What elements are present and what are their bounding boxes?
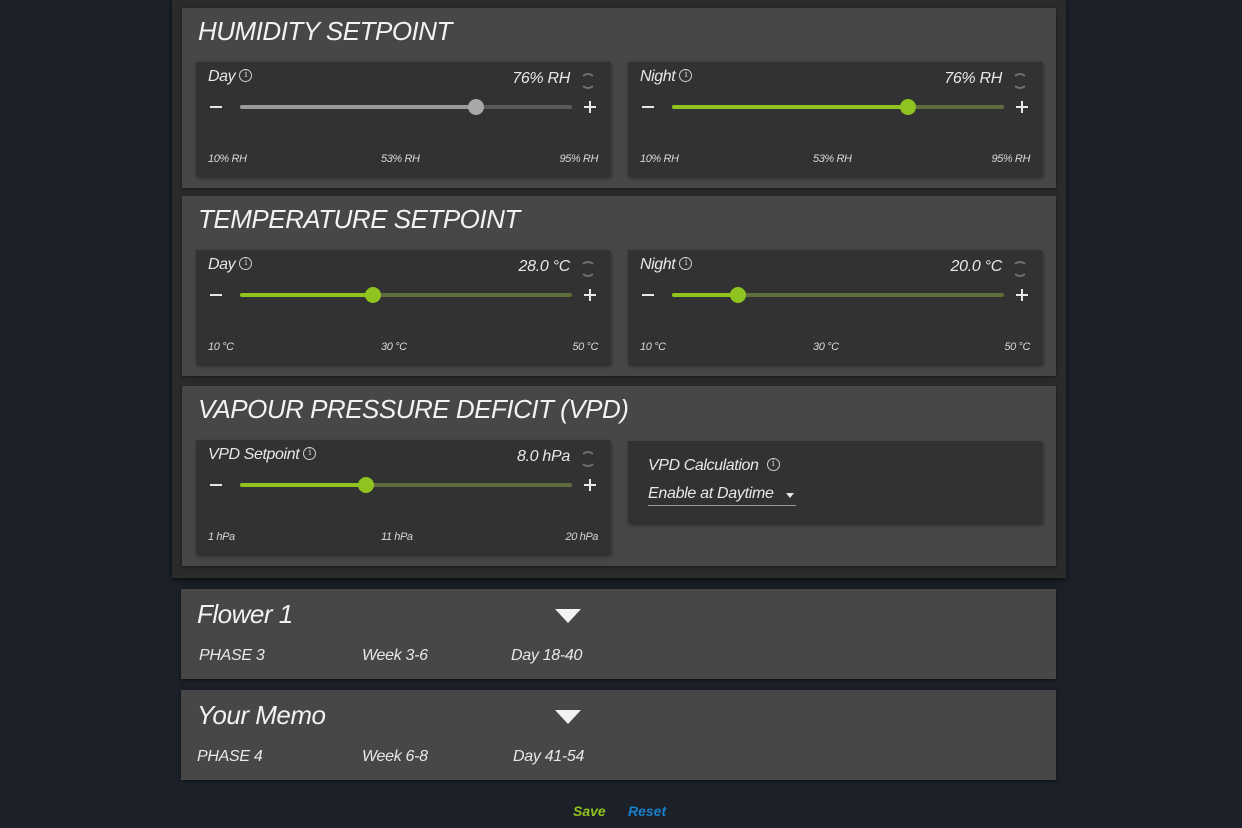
slider-thumb[interactable] xyxy=(730,287,747,303)
vpd-title: VAPOUR PRESSURE DEFICIT (VPD) xyxy=(198,394,629,424)
slider-thumb[interactable] xyxy=(899,99,916,115)
increment-button[interactable] xyxy=(1016,101,1028,113)
humidity-day-value: 76% RH xyxy=(512,70,570,87)
decrement-button[interactable] xyxy=(642,106,654,108)
info-icon[interactable]: i xyxy=(679,257,693,270)
info-icon[interactable]: i xyxy=(239,69,253,82)
range-mid-label: 30 °C xyxy=(813,341,839,353)
refresh-icon[interactable] xyxy=(580,451,596,467)
decrement-button[interactable] xyxy=(210,106,222,108)
panel-top-strip xyxy=(172,0,1066,6)
humidity-day-slider[interactable] xyxy=(240,99,572,115)
info-icon[interactable]: i xyxy=(766,458,780,471)
range-min-label: 10 °C xyxy=(640,341,666,353)
phase-title: Flower 1 xyxy=(197,599,293,629)
vpd-setpoint-label: VPD Setpoint i xyxy=(208,446,317,464)
slider-fill xyxy=(672,105,908,109)
phase-number: PHASE 3 xyxy=(199,647,265,664)
vpd-setpoint-value: 8.0 hPa xyxy=(516,448,570,465)
phase-card-your-memo[interactable]: Your Memo PHASE 4 Week 6-8 Day 41-54 xyxy=(181,690,1056,780)
setpoints-panel: HUMIDITY SETPOINT Day i 76% RH 10% RH 53%… xyxy=(172,0,1066,578)
temperature-day-card: Day i 28.0 °C 10 °C 30 °C 50 °C xyxy=(196,250,610,364)
range-mid-label: 53% RH xyxy=(381,153,420,165)
humidity-night-value: 76% RH xyxy=(944,70,1002,87)
triangle-down-icon[interactable] xyxy=(555,609,581,623)
humidity-day-label: Day i xyxy=(208,68,253,86)
range-max-label: 50 °C xyxy=(572,341,598,353)
reset-button[interactable]: Reset xyxy=(628,803,666,819)
decrement-button[interactable] xyxy=(642,294,654,296)
humidity-night-label: Night i xyxy=(640,68,693,86)
temperature-night-value: 20.0 °C xyxy=(950,258,1003,275)
range-max-label: 95% RH xyxy=(991,153,1030,165)
triangle-down-icon[interactable] xyxy=(555,710,581,724)
phase-days: Day 18-40 xyxy=(511,647,583,664)
phase-card-flower-1[interactable]: Flower 1 PHASE 3 Week 3-6 Day 18-40 xyxy=(181,589,1056,679)
humidity-night-slider[interactable] xyxy=(672,99,1004,115)
humidity-section: HUMIDITY SETPOINT Day i 76% RH 10% RH 53%… xyxy=(182,8,1056,188)
info-icon[interactable]: i xyxy=(303,447,317,460)
temperature-night-card: Night i 20.0 °C 10 °C 30 °C 50 °C xyxy=(628,250,1042,364)
vpd-calculation-select[interactable]: Enable at Daytime xyxy=(648,485,796,506)
save-button[interactable]: Save xyxy=(573,803,606,819)
phase-number: PHASE 4 xyxy=(197,748,263,765)
humidity-day-card: Day i 76% RH 10% RH 53% RH 95% RH xyxy=(196,62,610,176)
temperature-night-slider[interactable] xyxy=(672,287,1004,303)
decrement-button[interactable] xyxy=(210,294,222,296)
temperature-day-label: Day i xyxy=(208,256,253,274)
phase-days: Day 41-54 xyxy=(513,748,585,765)
refresh-icon[interactable] xyxy=(1012,261,1028,277)
decrement-button[interactable] xyxy=(210,484,222,486)
slider-fill xyxy=(672,293,739,297)
range-min-label: 10% RH xyxy=(640,153,679,165)
slider-fill xyxy=(240,105,476,109)
temperature-day-value: 28.0 °C xyxy=(518,258,571,275)
range-min-label: 10 °C xyxy=(208,341,234,353)
range-mid-label: 30 °C xyxy=(381,341,407,353)
chevron-down-icon xyxy=(785,493,794,498)
increment-button[interactable] xyxy=(584,101,596,113)
vpd-calculation-card: VPD Calculation i Enable at Daytime xyxy=(628,441,1042,523)
range-min-label: 10% RH xyxy=(208,153,247,165)
humidity-title: HUMIDITY SETPOINT xyxy=(198,16,452,46)
vpd-setpoint-card: VPD Setpoint i 8.0 hPa 1 hPa 11 hPa 20 hP… xyxy=(196,440,610,554)
increment-button[interactable] xyxy=(1016,289,1028,301)
range-max-label: 20 hPa xyxy=(565,531,599,543)
range-mid-label: 11 hPa xyxy=(381,531,413,543)
phase-weeks: Week 3-6 xyxy=(362,647,428,664)
vpd-section: VAPOUR PRESSURE DEFICIT (VPD) VPD Setpoi… xyxy=(182,386,1056,566)
range-mid-label: 53% RH xyxy=(813,153,852,165)
range-min-label: 1 hPa xyxy=(208,531,235,543)
vpd-calculation-label: VPD Calculation i xyxy=(648,457,780,475)
temperature-title: TEMPERATURE SETPOINT xyxy=(198,204,520,234)
increment-button[interactable] xyxy=(584,479,596,491)
refresh-icon[interactable] xyxy=(580,73,596,89)
refresh-icon[interactable] xyxy=(1012,73,1028,89)
info-icon[interactable]: i xyxy=(679,69,693,82)
slider-thumb[interactable] xyxy=(358,477,375,493)
phase-weeks: Week 6-8 xyxy=(362,748,428,765)
range-max-label: 95% RH xyxy=(559,153,598,165)
slider-fill xyxy=(240,293,373,297)
slider-thumb[interactable] xyxy=(467,99,484,115)
range-max-label: 50 °C xyxy=(1004,341,1030,353)
refresh-icon[interactable] xyxy=(580,261,596,277)
phase-title: Your Memo xyxy=(197,700,326,730)
slider-fill xyxy=(240,483,367,487)
temperature-section: TEMPERATURE SETPOINT Day i 28.0 °C 10 °C … xyxy=(182,196,1056,376)
slider-thumb[interactable] xyxy=(364,287,381,303)
temperature-day-slider[interactable] xyxy=(240,287,572,303)
increment-button[interactable] xyxy=(584,289,596,301)
vpd-setpoint-slider[interactable] xyxy=(240,477,572,493)
temperature-night-label: Night i xyxy=(640,256,693,274)
info-icon[interactable]: i xyxy=(239,257,253,270)
humidity-night-card: Night i 76% RH 10% RH 53% RH 95% RH xyxy=(628,62,1042,176)
